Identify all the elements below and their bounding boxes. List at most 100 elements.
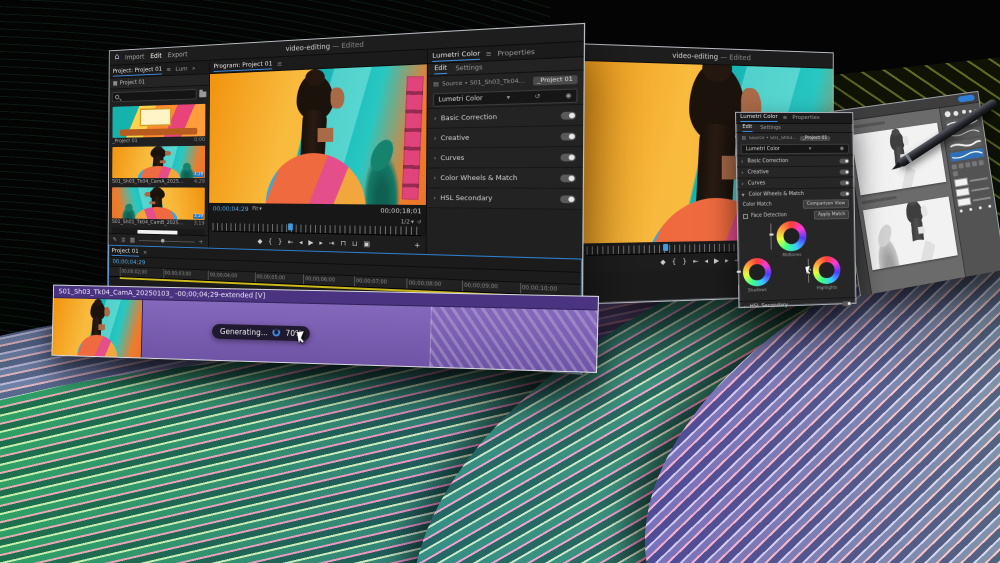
eye-icon[interactable]: ◉ [840, 146, 844, 152]
tab-lumetri-truncated[interactable]: Lum [175, 64, 187, 72]
clip-thumbnail[interactable]: 3;19 [112, 187, 205, 220]
setting-icon[interactable] [972, 161, 978, 167]
step-forward-button[interactable]: ▸ [725, 257, 728, 265]
tab-lumetri-color[interactable]: Lumetri Color [432, 49, 480, 62]
chevron-right-icon[interactable]: › [434, 154, 437, 161]
dropdown-icon[interactable]: ▾ [507, 94, 510, 102]
tab-properties[interactable]: Properties [792, 115, 820, 121]
setting-icon[interactable] [978, 160, 984, 166]
toggle-curves[interactable] [840, 180, 850, 185]
setting-icon[interactable] [958, 163, 964, 169]
panel-menu-icon[interactable]: ≡ [486, 49, 492, 58]
bin-item-sequence[interactable]: _Project 010;00 [112, 104, 205, 144]
playhead[interactable] [288, 223, 293, 230]
comparison-view-button[interactable]: Comparison View [803, 199, 849, 209]
section-creative[interactable]: Creative [748, 169, 836, 176]
brush-size-dot[interactable] [953, 110, 959, 116]
clip-thumbnail[interactable] [112, 104, 205, 138]
clip-thumbnail[interactable]: 4;29 [112, 146, 205, 178]
step-back-button[interactable]: ◂ [299, 238, 302, 246]
chevron-down-icon[interactable]: ▾ [741, 191, 744, 198]
list-view-icon[interactable]: ≣ [121, 236, 126, 243]
go-to-out-button[interactable]: ⇥ [329, 239, 335, 247]
midtones-wheel[interactable]: Midtones [776, 221, 806, 258]
step-forward-button[interactable]: ▸ [319, 238, 322, 246]
highlights-wheel[interactable]: Highlights [813, 256, 841, 291]
new-bin-folder-icon[interactable] [199, 91, 206, 97]
tab-properties[interactable]: Properties [497, 47, 534, 57]
mark-in-button[interactable]: { [268, 237, 272, 245]
thumbnail-zoom-slider[interactable] [139, 240, 194, 242]
tab-lumetri-color[interactable]: Lumetri Color [740, 114, 778, 122]
toggle-hsl-secondary[interactable] [560, 195, 575, 203]
section-basic-correction[interactable]: Basic Correction [441, 112, 556, 122]
subtab-edit[interactable]: Edit [434, 64, 447, 74]
chevron-right-icon[interactable]: › [433, 194, 436, 201]
pencil-icon[interactable]: ✎ [113, 236, 118, 243]
preset-select[interactable]: Lumetri Color [438, 95, 482, 104]
grid-view-icon[interactable]: ▦ [130, 236, 135, 244]
panel-menu-icon[interactable]: ≡ [783, 115, 788, 121]
chevron-right-icon[interactable]: › [743, 303, 746, 310]
chevron-right-icon[interactable]: › [741, 180, 744, 187]
toggle-color-wheels[interactable] [560, 174, 575, 182]
target-sequence-button[interactable]: _Project 01 [533, 75, 578, 85]
apply-match-button[interactable]: Apply Match [814, 210, 849, 220]
shadows-wheel[interactable]: Shadows [743, 258, 772, 293]
new-item-icon[interactable]: + [199, 238, 204, 246]
section-curves[interactable]: Curves [748, 180, 836, 187]
export-frame-button[interactable]: ▣ [363, 239, 370, 247]
face-detection-checkbox[interactable] [743, 214, 748, 219]
section-basic-correction[interactable]: Basic Correction [747, 158, 835, 165]
extract-button[interactable]: ⊔ [352, 239, 358, 247]
subtab-edit[interactable]: Edit [742, 124, 752, 132]
section-color-wheels-match[interactable]: Color Wheels & Match [440, 174, 555, 182]
chevron-right-icon[interactable]: › [434, 115, 437, 122]
toggle-basic-correction[interactable] [839, 158, 849, 163]
brush-size-dot[interactable] [944, 111, 951, 118]
toggle-color-wheels[interactable] [840, 191, 850, 196]
toggle-hsl-secondary[interactable] [842, 300, 852, 305]
step-back-button[interactable]: ◂ [705, 257, 708, 265]
section-curves[interactable]: Curves [441, 153, 556, 161]
setting-icon[interactable] [965, 162, 971, 168]
footer-icon[interactable] [960, 209, 963, 212]
subtab-settings[interactable]: Settings [455, 64, 482, 73]
close-icon[interactable]: × [143, 248, 148, 256]
playback-resolution-select[interactable]: 1/2▾ [401, 219, 414, 225]
settings-wrench-icon[interactable]: ↺ [417, 219, 421, 225]
section-hsl-secondary[interactable]: HSL Secondary [750, 300, 838, 309]
subtab-settings[interactable]: Settings [760, 125, 781, 131]
footer-icon[interactable] [969, 208, 972, 211]
dropdown-icon[interactable]: ▾ [809, 146, 812, 152]
chevron-right-icon[interactable]: › [434, 135, 437, 142]
section-creative[interactable]: Creative [441, 132, 556, 141]
go-to-in-button[interactable]: ⇤ [288, 238, 294, 246]
chevron-right-icon[interactable]: › [741, 169, 744, 176]
toggle-creative[interactable] [561, 132, 576, 140]
bin-item-clip-b[interactable]: 3;19 S01_Sh01_Tk04_CamB_20250103_3;19 [112, 187, 205, 226]
search-box[interactable] [112, 89, 197, 102]
mark-out-button[interactable]: } [682, 258, 686, 266]
search-input[interactable] [122, 91, 193, 99]
bin-item-clip-a[interactable]: 4;29 S01_Sh03_Tk04_CamA_20250103_4;29 [112, 146, 205, 185]
chevron-right-icon[interactable]: › [741, 158, 744, 165]
preset-select[interactable]: Lumetri Color [746, 146, 780, 152]
mark-in-button[interactable]: { [672, 258, 676, 266]
tab-program[interactable]: Program: Project 01 [214, 59, 273, 72]
brush-size-dot[interactable] [961, 110, 965, 114]
zoom-level-select[interactable]: Fit▾ [252, 206, 262, 212]
target-sequence-button[interactable]: _Project 01 [800, 135, 830, 140]
tab-timeline-sequence[interactable]: Project 01 [112, 246, 139, 256]
panel-menu-icon[interactable]: ≡ [166, 65, 171, 73]
toggle-curves[interactable] [560, 153, 575, 161]
tab-project[interactable]: Project: Project 01 [113, 65, 162, 77]
toggle-basic-correction[interactable] [561, 111, 576, 119]
setting-icon[interactable] [952, 164, 958, 170]
go-to-in-button[interactable]: ⇤ [693, 257, 699, 265]
reset-icon[interactable]: ↺ [534, 93, 540, 101]
footer-icon[interactable] [988, 205, 991, 208]
storyboard-frame-2[interactable] [863, 196, 958, 270]
share-button[interactable] [958, 94, 975, 102]
toggle-creative[interactable] [840, 169, 850, 174]
